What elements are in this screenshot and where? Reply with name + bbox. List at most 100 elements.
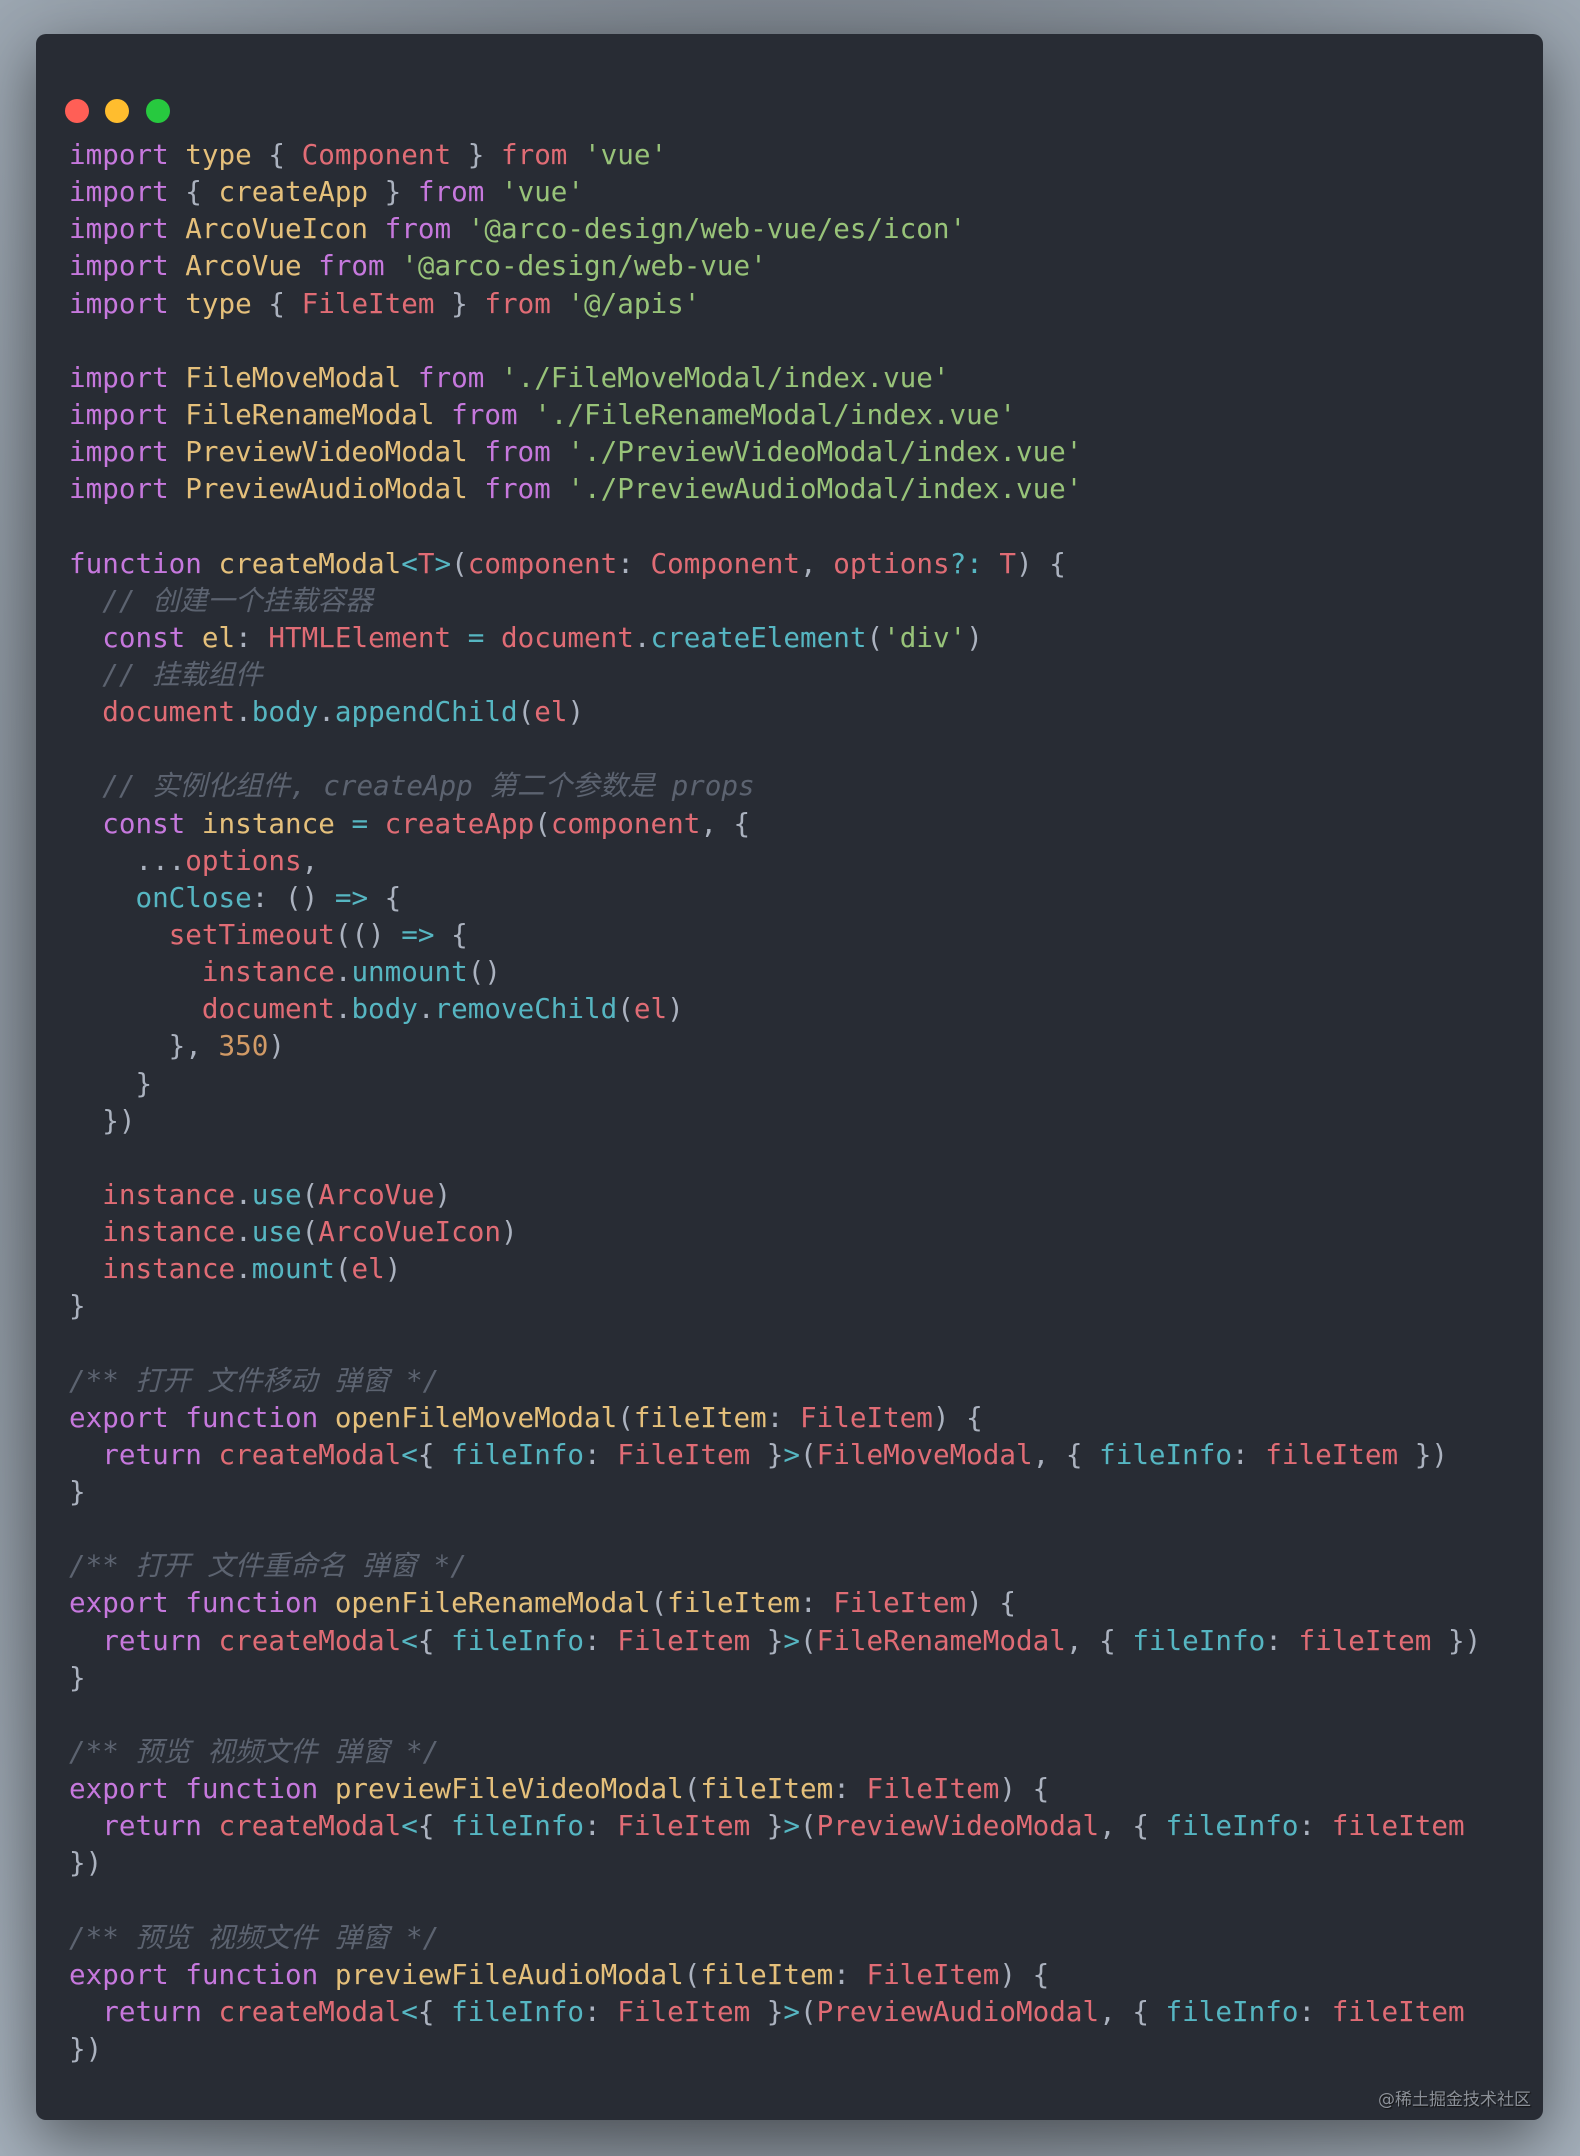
code-token: function xyxy=(185,1400,335,1434)
code-token: component xyxy=(550,806,701,840)
code-token: ) { xyxy=(999,1772,1050,1806)
code-token: : xyxy=(584,1995,618,2029)
code-token: from xyxy=(500,138,585,171)
code-token: FileMoveModal xyxy=(816,1437,1033,1471)
code-token: } xyxy=(69,1066,153,1100)
code-token: : xyxy=(584,1623,618,1657)
code-token: use xyxy=(251,1215,302,1249)
code-token: ) xyxy=(667,992,684,1026)
code-token: } xyxy=(750,1809,784,1843)
code-token: fileInfo xyxy=(1165,1809,1299,1843)
code-token: . xyxy=(235,1252,252,1286)
code-token: const xyxy=(102,620,202,654)
code-line: export function previewFileAudioModal(fi… xyxy=(69,1956,1481,1993)
code-token: fileItem xyxy=(1331,1809,1465,1843)
code-token: ( xyxy=(683,1957,701,1991)
code-comment: // 创建一个挂载容器 xyxy=(102,583,373,617)
code-token: , { xyxy=(700,806,751,840)
code-token: : xyxy=(833,1772,867,1806)
maximize-window-icon[interactable] xyxy=(146,99,170,123)
code-token: fileInfo xyxy=(451,1437,585,1471)
code-token: { xyxy=(434,917,468,951)
code-token: < xyxy=(401,1995,418,2029)
code-line: setTimeout(() => { xyxy=(69,916,1481,953)
code-token: { xyxy=(417,1809,452,1843)
code-line: import type { Component } from 'vue' xyxy=(69,136,1481,173)
code-comment: /** 打开 文件移动 弹窗 */ xyxy=(69,1363,440,1397)
code-line: instance.use(ArcoVue) xyxy=(69,1176,1481,1213)
code-token: { xyxy=(368,880,402,914)
code-line: ...options, xyxy=(69,842,1481,879)
code-token: } xyxy=(750,1623,784,1657)
code-token: import xyxy=(69,138,186,171)
code-token: , { xyxy=(1065,1623,1133,1657)
code-token: el xyxy=(351,1252,385,1286)
code-token: FileItem xyxy=(617,1623,751,1657)
code-token: export xyxy=(69,1586,186,1620)
code-block: import type { Component } from 'vue' impo… xyxy=(69,136,1481,2067)
code-token: FileItem xyxy=(866,1772,1000,1806)
code-token: options xyxy=(833,546,950,580)
code-line: instance.unmount() xyxy=(69,953,1481,990)
code-line: // 创建一个挂载容器 xyxy=(69,582,1481,619)
code-line: return createModal<{ fileInfo: FileItem … xyxy=(69,1807,1481,1844)
code-token: } xyxy=(434,286,485,320)
code-token: fileInfo xyxy=(1165,1995,1299,2029)
code-token: { xyxy=(417,1623,452,1657)
code-token: : xyxy=(1298,1809,1332,1843)
code-token: import xyxy=(69,175,186,209)
code-token: import xyxy=(69,397,186,431)
code-token: Component xyxy=(301,138,452,171)
code-token: ( xyxy=(800,1437,817,1471)
code-line: import PreviewVideoModal from './Preview… xyxy=(69,433,1481,470)
code-line: import FileMoveModal from './FileMoveMod… xyxy=(69,359,1481,396)
code-token: FileItem xyxy=(866,1957,1000,1991)
code-token: import xyxy=(69,360,186,394)
code-token: createApp xyxy=(384,806,535,840)
code-comment: // 实例化组件, createApp 第二个参数是 props xyxy=(102,769,755,803)
code-line: instance.use(ArcoVueIcon) xyxy=(69,1213,1481,1250)
code-token: fileItem xyxy=(633,1400,767,1434)
code-line: const instance = createApp(component, { xyxy=(69,805,1481,842)
code-token: ) xyxy=(384,1252,402,1286)
close-window-icon[interactable] xyxy=(65,99,89,123)
code-token: instance xyxy=(201,806,352,840)
code-line: import { createApp } from 'vue' xyxy=(69,173,1481,210)
code-token: ( xyxy=(650,1586,668,1620)
code-token: component xyxy=(467,546,618,580)
code-token: 350 xyxy=(218,1029,269,1063)
code-token: fileItem xyxy=(700,1772,834,1806)
code-token: T xyxy=(999,546,1017,580)
code-comment: /** 预览 视频文件 弹窗 */ xyxy=(69,1920,440,1954)
code-line: /** 打开 文件移动 弹窗 */ xyxy=(69,1362,1481,1399)
watermark: @稀土掘金技术社区 xyxy=(1378,2090,1531,2110)
code-token: export xyxy=(69,1957,186,1991)
code-token: }) xyxy=(69,1103,136,1137)
code-token: instance xyxy=(102,1177,236,1211)
code-token: . xyxy=(633,620,651,654)
code-token: createModal xyxy=(218,1623,402,1657)
code-token: : xyxy=(584,1437,618,1471)
code-line: } xyxy=(69,1287,1481,1324)
minimize-window-icon[interactable] xyxy=(105,99,129,123)
code-token: './PreviewAudioModal/index.vue' xyxy=(567,472,1083,506)
code-token: import xyxy=(69,435,186,469)
code-token: createModal xyxy=(218,546,402,580)
code-token: '@/apis' xyxy=(567,286,701,320)
code-line: function createModal<T>(component: Compo… xyxy=(69,545,1481,582)
code-token: '@arco-design/web-vue' xyxy=(401,249,767,283)
code-token: export xyxy=(69,1400,186,1434)
code-token: PreviewAudioModal xyxy=(816,1995,1100,2029)
code-token: ( xyxy=(800,1809,817,1843)
code-token: . xyxy=(417,992,435,1026)
code-token: PreviewVideoModal xyxy=(185,435,485,469)
code-token: } xyxy=(750,1995,784,2029)
